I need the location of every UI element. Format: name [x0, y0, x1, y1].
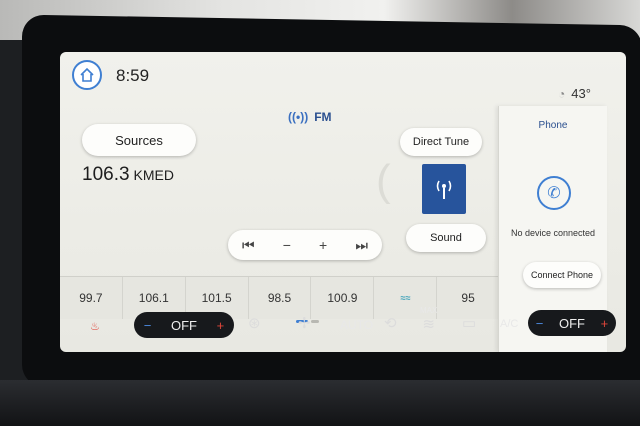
defrost-icon: ≋	[422, 316, 435, 333]
clock: 8:59	[116, 66, 150, 85]
fan-icon[interactable]: ✢	[298, 314, 311, 332]
climate-bar: ♨ − OFF + ⊛ ✢ AUTO ⟲ MAX ≋ ▭ A/C − OFF +	[78, 306, 626, 370]
seek-forward-button[interactable]: ⏭	[355, 237, 368, 254]
recirculate-icon[interactable]: ⟲	[384, 314, 397, 332]
sound-button[interactable]: Sound	[406, 224, 486, 252]
status-area: ◔ 43°	[558, 86, 591, 101]
sources-button[interactable]: Sources	[82, 124, 196, 156]
left-fan-down-button[interactable]: −	[144, 318, 152, 333]
tune-up-button[interactable]: +	[319, 237, 327, 253]
seek-back-button[interactable]: ⏮	[242, 237, 255, 254]
outside-temperature: 43°	[571, 86, 591, 101]
dashboard-bottom	[0, 380, 640, 426]
ac-button[interactable]: A/C	[500, 318, 518, 330]
now-playing-station: 106.3 KMED	[82, 164, 174, 186]
signal-icon: ◔	[558, 87, 566, 101]
home-icon	[80, 67, 94, 82]
band-label: FM	[314, 110, 332, 124]
infotainment-screen: 8:59 ((•)) FM Sources 106.3 KMED ( Direct …	[60, 52, 626, 352]
signal-waves-graphic: (	[376, 156, 391, 205]
connect-phone-button[interactable]: Connect Phone	[523, 262, 601, 288]
right-fan-up-button[interactable]: +	[601, 316, 609, 331]
right-fan-value: OFF	[558, 315, 585, 331]
station-logo: ≈≈	[400, 293, 411, 303]
antenna-icon	[436, 180, 452, 199]
direct-tune-button[interactable]: Direct Tune	[400, 128, 482, 156]
left-fan-value: OFF	[170, 317, 197, 333]
steering-heat-icon[interactable]: ⊛	[248, 314, 261, 332]
phone-title: Phone	[538, 120, 568, 131]
seat-heat-icon[interactable]: ♨	[90, 320, 100, 333]
call-sign: KMED	[133, 167, 174, 183]
left-fan-up-button[interactable]: +	[217, 318, 225, 333]
frequency: 106.3	[82, 164, 130, 185]
phone-status: No device connected	[510, 228, 596, 238]
max-label: MAX	[420, 306, 438, 315]
phone-icon[interactable]: ✆	[537, 176, 571, 210]
left-fan-control: − OFF +	[134, 312, 234, 338]
home-button[interactable]	[72, 60, 102, 90]
tuner-controls: ⏮ − + ⏭	[228, 230, 382, 260]
rear-defrost-icon[interactable]: ▭	[462, 314, 476, 332]
max-defrost-button[interactable]: MAX ≋	[420, 306, 437, 333]
band-indicator: ((•)) FM	[288, 110, 332, 124]
tune-down-button[interactable]: −	[283, 237, 291, 253]
right-fan-control: − OFF +	[528, 310, 616, 336]
antenna-icon: ((•))	[288, 110, 309, 124]
auto-button[interactable]: AUTO	[340, 318, 373, 332]
radio-source-tile[interactable]	[422, 164, 466, 214]
right-fan-down-button[interactable]: −	[536, 316, 544, 331]
